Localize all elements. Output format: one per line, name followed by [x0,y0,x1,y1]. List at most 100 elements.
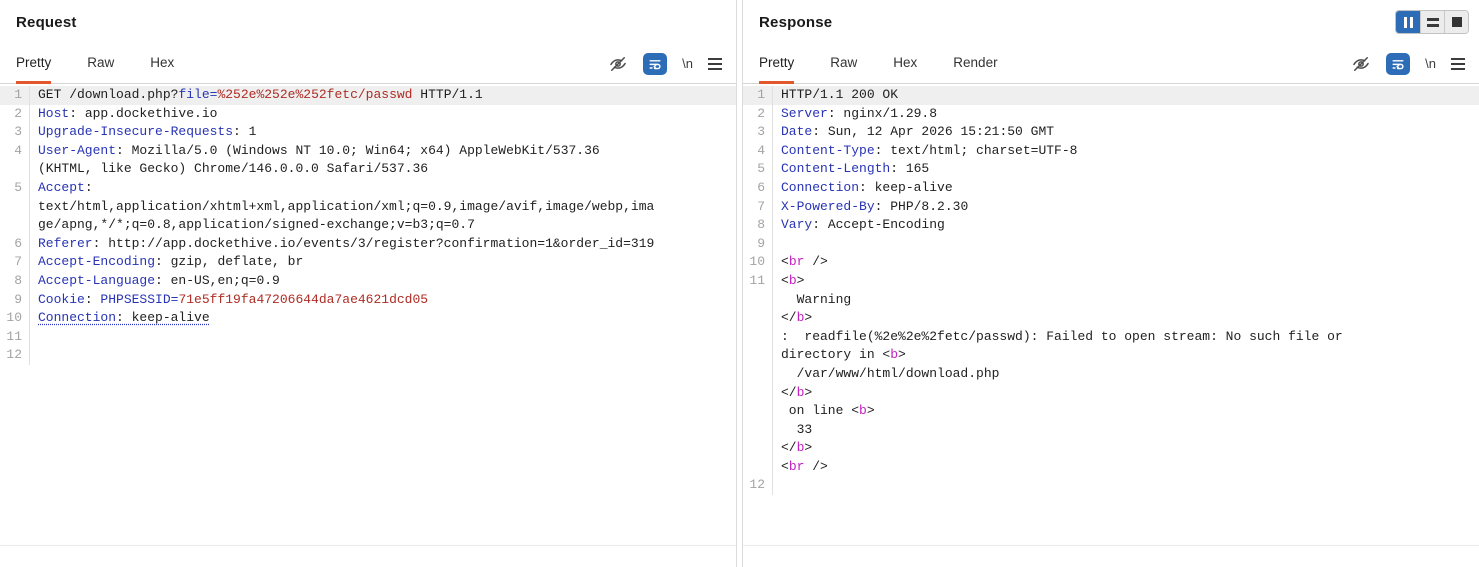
code-line: 2Server: nginx/1.29.8 [743,105,1479,124]
tab-raw[interactable]: Raw [830,44,857,84]
request-tabbar: Pretty Raw Hex [0,44,736,84]
code-text: Content-Type: text/html; charset=UTF-8 [773,142,1077,161]
code-line: 7X-Powered-By: PHP/8.2.30 [743,198,1479,217]
line-number [743,384,773,403]
editor-layout-buttons [1395,10,1469,34]
single-layout-icon [1452,17,1462,27]
word-wrap-icon[interactable] [1386,53,1410,75]
line-number [743,421,773,440]
line-number: 4 [743,142,773,161]
code-line: 12 [743,476,1479,495]
line-number: 10 [743,253,773,272]
tab-raw[interactable]: Raw [87,44,114,84]
code-line: 9Cookie: PHPSESSID=71e5ff19fa47206644da7… [0,291,736,310]
line-number: 9 [743,235,773,254]
code-line: 6Referer: http://app.dockethive.io/event… [0,235,736,254]
code-line: 11<b> [743,272,1479,291]
tab-hex[interactable]: Hex [893,44,917,84]
tab-pretty[interactable]: Pretty [16,44,51,84]
response-editor[interactable]: 1HTTP/1.1 200 OK2Server: nginx/1.29.83Da… [743,84,1479,546]
request-panel: Request Pretty Raw Hex [0,0,737,567]
code-text: X-Powered-By: PHP/8.2.30 [773,198,968,217]
code-text: </b> [773,384,812,403]
line-number [743,346,773,365]
code-text: Date: Sun, 12 Apr 2026 15:21:50 GMT [773,123,1054,142]
code-line: (KHTML, like Gecko) Chrome/146.0.0.0 Saf… [0,160,736,179]
code-line: 4User-Agent: Mozilla/5.0 (Windows NT 10.… [0,142,736,161]
line-number: 7 [0,253,30,272]
line-number: 11 [0,328,30,347]
code-text: Referer: http://app.dockethive.io/events… [30,235,654,254]
code-line: /var/www/html/download.php [743,365,1479,384]
code-text: Vary: Accept-Encoding [773,216,945,235]
code-line: 2Host: app.dockethive.io [0,105,736,124]
message-editor-split-view: Request Pretty Raw Hex [0,0,1479,567]
newline-toggle-icon[interactable]: \n [682,56,693,71]
request-editor-icons: \n [608,44,722,83]
request-editor[interactable]: 1GET /download.php?file=%252e%252e%252fe… [0,84,736,546]
line-number: 12 [0,346,30,365]
code-text: HTTP/1.1 200 OK [773,86,898,105]
request-tabs: Pretty Raw Hex [16,44,210,83]
code-text: (KHTML, like Gecko) Chrome/146.0.0.0 Saf… [30,160,428,179]
tab-pretty[interactable]: Pretty [759,44,794,84]
editor-menu-icon[interactable] [1451,58,1465,70]
line-number [743,328,773,347]
code-line: </b> [743,384,1479,403]
code-text: Accept-Language: en-US,en;q=0.9 [30,272,280,291]
line-number: 3 [0,123,30,142]
code-line: <br /> [743,458,1479,477]
response-editor-icons: \n [1351,44,1465,83]
code-line: 10Connection: keep-alive [0,309,736,328]
code-line: 6Connection: keep-alive [743,179,1479,198]
code-line: 1GET /download.php?file=%252e%252e%252fe… [0,86,736,105]
line-number: 5 [743,160,773,179]
response-tabbar: Pretty Raw Hex Render [743,44,1479,84]
response-panel: Response Pretty Raw Hex Render [742,0,1479,567]
layout-single-button[interactable] [1444,11,1468,33]
code-line: directory in <b> [743,346,1479,365]
layout-rows-button[interactable] [1420,11,1444,33]
code-text: <br /> [773,253,828,272]
code-text: Connection: keep-alive [773,179,953,198]
request-title: Request [16,14,77,31]
line-number: 12 [743,476,773,495]
code-line: ge/apng,*/*;q=0.8,application/signed-exc… [0,216,736,235]
code-text: Warning [773,291,851,310]
line-number: 2 [0,105,30,124]
tab-render[interactable]: Render [953,44,997,84]
code-line: 7Accept-Encoding: gzip, deflate, br [0,253,736,272]
line-number: 6 [743,179,773,198]
response-title: Response [759,14,832,31]
code-line: 11 [0,328,736,347]
word-wrap-icon[interactable] [643,53,667,75]
layout-columns-button[interactable] [1396,11,1420,33]
code-text: Server: nginx/1.29.8 [773,105,937,124]
line-number: 1 [0,86,30,105]
code-text: /var/www/html/download.php [773,365,999,384]
code-line: Warning [743,291,1479,310]
line-number [743,439,773,458]
code-text: Cookie: PHPSESSID=71e5ff19fa47206644da7a… [30,291,428,310]
tab-hex[interactable]: Hex [150,44,174,84]
code-text: <br /> [773,458,828,477]
code-text: User-Agent: Mozilla/5.0 (Windows NT 10.0… [30,142,600,161]
line-number: 11 [743,272,773,291]
code-text: ge/apng,*/*;q=0.8,application/signed-exc… [30,216,475,235]
code-text: directory in <b> [773,346,906,365]
hide-nonprintable-icon[interactable] [1351,54,1371,74]
line-number: 9 [0,291,30,310]
code-line: </b> [743,439,1479,458]
code-line: 8Accept-Language: en-US,en;q=0.9 [0,272,736,291]
code-text: text/html,application/xhtml+xml,applicat… [30,198,654,217]
line-number: 6 [0,235,30,254]
code-text: Host: app.dockethive.io [30,105,217,124]
code-text: : readfile(%2e%2e%2fetc/passwd): Failed … [773,328,1343,347]
line-number: 7 [743,198,773,217]
line-number [743,402,773,421]
newline-toggle-icon[interactable]: \n [1425,56,1436,71]
hide-nonprintable-icon[interactable] [608,54,628,74]
line-number [743,458,773,477]
editor-menu-icon[interactable] [708,58,722,70]
code-text: GET /download.php?file=%252e%252e%252fet… [30,86,483,105]
